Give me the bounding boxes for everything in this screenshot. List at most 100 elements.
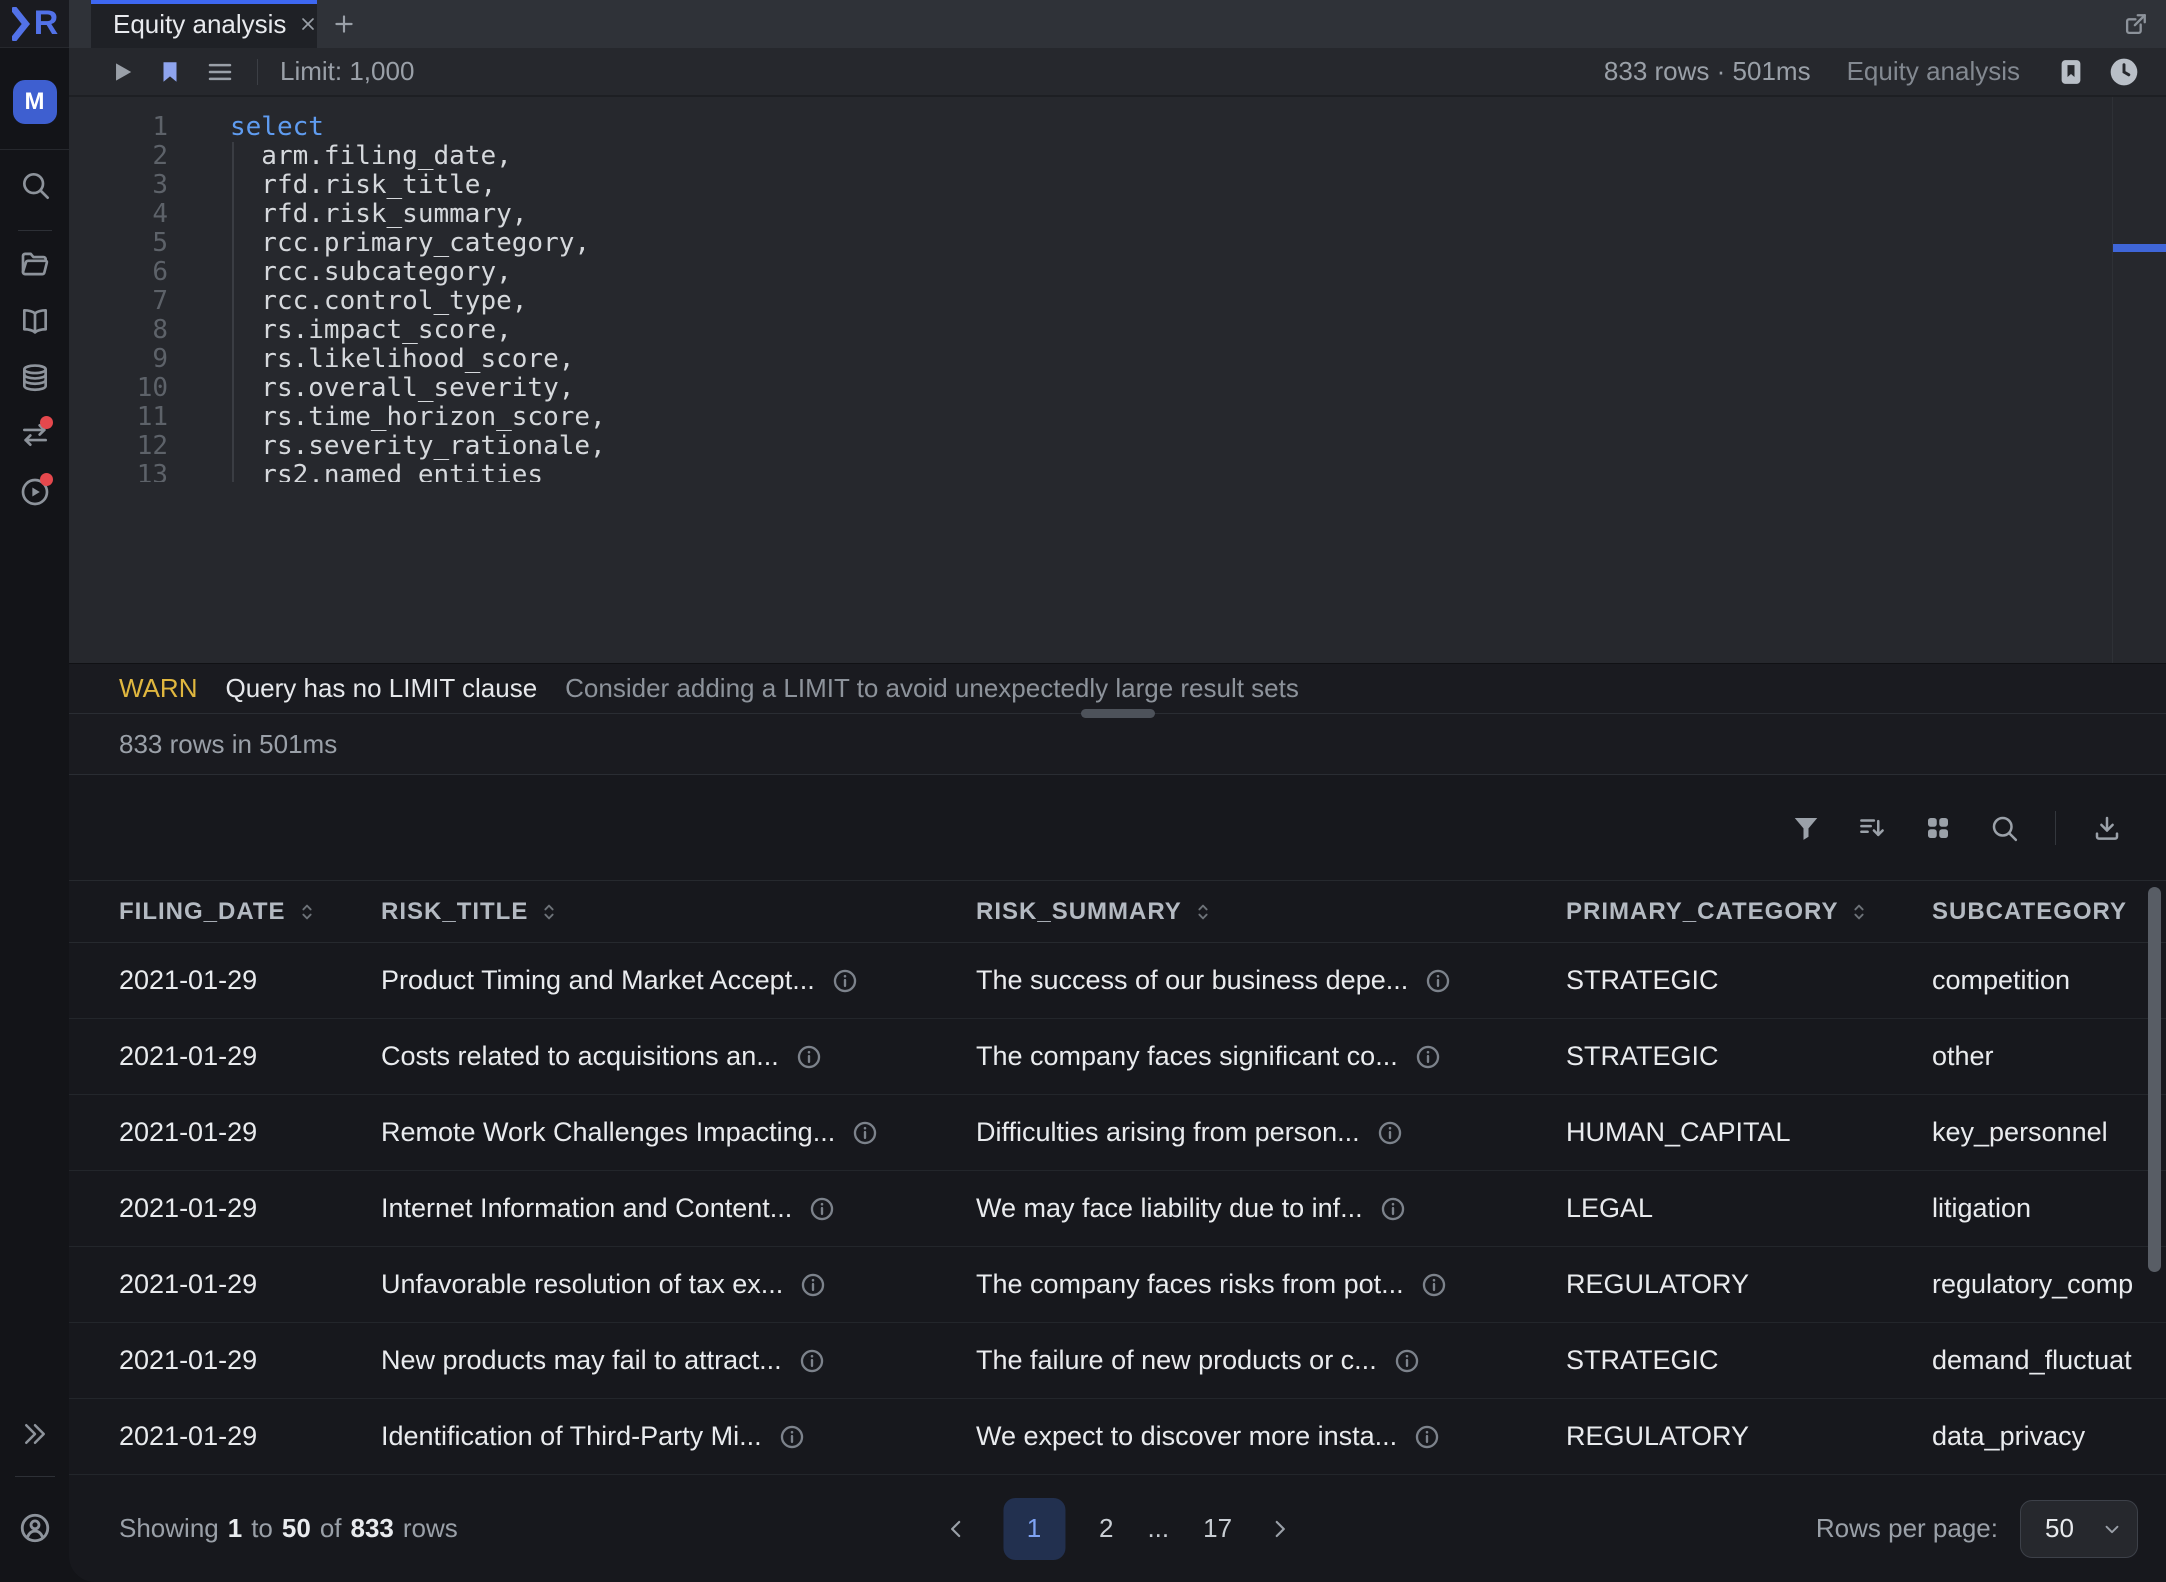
table-row[interactable]: 2021-01-29 Identification of Third-Party… [69,1399,2166,1475]
column-header-risk-title[interactable]: RISK_TITLE [381,898,976,926]
cell-risk-title: Product Timing and Market Accept... [381,965,976,996]
table-scrollbar[interactable] [2148,887,2161,1272]
info-icon[interactable] [1376,1119,1404,1147]
saved-bookmark-button[interactable] [2056,57,2086,87]
open-external-button[interactable] [2122,10,2150,38]
tab-bar: Equity analysis [69,0,2166,48]
cell-risk-summary: We may face liability due to inf... [976,1193,1566,1224]
code-line: 8 rs.impact_score, [69,316,2166,345]
table-row[interactable]: 2021-01-29 Product Timing and Market Acc… [69,943,2166,1019]
sort-button[interactable] [1857,813,1887,843]
table-header: FILING_DATE RISK_TITLE RISK_SUMMARY PRIM… [69,880,2166,943]
cell-risk-title: Unfavorable resolution of tax ex... [381,1269,976,1300]
line-number: 9 [69,345,168,374]
info-icon[interactable] [795,1043,823,1071]
line-number: 12 [69,432,168,461]
table-row[interactable]: 2021-01-29 New products may fail to attr… [69,1323,2166,1399]
app-logo-letter: R [34,4,58,43]
sidebar-item-search[interactable] [0,161,69,209]
cell-risk-title: Internet Information and Content... [381,1193,976,1224]
history-clock-icon [2108,56,2140,88]
info-icon[interactable] [798,1347,826,1375]
grid-view-button[interactable] [1923,813,1953,843]
page-button-last[interactable]: 17 [1203,1513,1232,1544]
sidebar-divider [18,230,52,231]
download-button[interactable] [2092,813,2122,843]
code-area[interactable]: 1select 2 arm.filing_date, 3 rfd.risk_ti… [69,97,2166,482]
cell-subcategory: demand_fluctuat [1932,1345,2166,1376]
line-number: 8 [69,316,168,345]
info-icon[interactable] [1420,1271,1448,1299]
cell-primary-category: LEGAL [1566,1193,1932,1224]
line-number: 3 [69,171,168,200]
table-row[interactable]: 2021-01-29 Internet Information and Cont… [69,1171,2166,1247]
cell-risk-title: Costs related to acquisitions an... [381,1041,976,1072]
info-icon[interactable] [1379,1195,1407,1223]
table-row[interactable]: 2021-01-29 Unfavorable resolution of tax… [69,1247,2166,1323]
info-icon[interactable] [778,1423,806,1451]
line-number: 6 [69,258,168,287]
cell-risk-title: Identification of Third-Party Mi... [381,1421,976,1452]
info-icon[interactable] [1413,1423,1441,1451]
main-panel: Equity analysis Limit: 1,000 833 rows · … [69,0,2166,1582]
filter-icon [1791,813,1821,843]
sidebar-item-queries[interactable] [0,411,69,459]
cell-risk-summary: The failure of new products or c... [976,1345,1566,1376]
account-button[interactable] [0,1504,69,1552]
search-results-button[interactable] [1989,813,2019,843]
line-number: 10 [69,374,168,403]
workspace-avatar[interactable]: M [13,80,57,124]
column-header-primary-category[interactable]: PRIMARY_CATEGORY [1566,898,1932,926]
limit-setting[interactable]: Limit: 1,000 [280,56,414,87]
sidebar-item-database[interactable] [0,354,69,402]
info-icon[interactable] [799,1271,827,1299]
menu-button[interactable] [205,57,235,87]
info-icon[interactable] [1393,1347,1421,1375]
info-icon[interactable] [831,967,859,995]
rows-per-page-select[interactable]: 50 [2020,1500,2138,1558]
account-icon [18,1511,52,1545]
chevron-right-icon[interactable] [1266,1516,1292,1542]
page-button-1[interactable]: 1 [1003,1498,1065,1560]
line-number: 2 [69,142,168,171]
run-query-button[interactable] [109,59,135,85]
column-header-risk-summary[interactable]: RISK_SUMMARY [976,898,1566,926]
filter-button[interactable] [1791,813,1821,843]
indent-guide [232,142,234,482]
close-icon[interactable] [298,14,318,34]
info-icon[interactable] [1424,967,1452,995]
new-tab-button[interactable] [317,0,371,48]
app-logo-icon: R [12,4,58,43]
table-footer: Showing1to50of833rows 1 2 ... 17 Rows pe… [69,1475,2166,1582]
bookmark-button[interactable] [157,59,183,85]
info-icon[interactable] [1414,1043,1442,1071]
column-header-filing-date[interactable]: FILING_DATE [119,898,381,926]
cell-subcategory: key_personnel [1932,1117,2166,1148]
cell-subcategory: competition [1932,965,2166,996]
info-icon[interactable] [851,1119,879,1147]
history-button[interactable] [2108,56,2140,88]
result-status-text: 833 rows in 501ms [119,729,337,760]
pagination: 1 2 ... 17 [943,1498,1292,1560]
cell-filing-date: 2021-01-29 [119,1117,381,1148]
chevron-left-icon[interactable] [943,1516,969,1542]
code-line: 7 rcc.control_type, [69,287,2166,316]
column-header-subcategory[interactable]: SUBCATEGORY [1932,898,2166,926]
app-logo[interactable]: R [0,0,69,48]
tab-equity-analysis[interactable]: Equity analysis [91,0,317,48]
table-row[interactable]: 2021-01-29 Costs related to acquisitions… [69,1019,2166,1095]
cell-risk-summary: The company faces significant co... [976,1041,1566,1072]
page-button-2[interactable]: 2 [1099,1513,1113,1544]
sidebar-item-docs[interactable] [0,297,69,345]
cell-risk-title: Remote Work Challenges Impacting... [381,1117,976,1148]
pane-resize-handle[interactable] [1081,709,1155,718]
sidebar-item-files[interactable] [0,240,69,288]
sidebar-item-runs[interactable] [0,468,69,516]
notification-dot [40,416,53,429]
line-number: 4 [69,200,168,229]
table-row[interactable]: 2021-01-29 Remote Work Challenges Impact… [69,1095,2166,1171]
collapse-sidebar-button[interactable] [0,1410,69,1458]
code-line: 2 arm.filing_date, [69,142,2166,171]
bookmark-outline-icon [2056,57,2086,87]
info-icon[interactable] [808,1195,836,1223]
